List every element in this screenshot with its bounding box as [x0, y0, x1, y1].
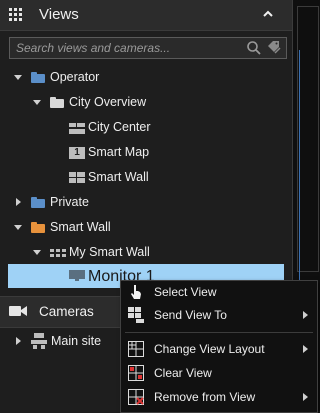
tree-label: City Overview	[69, 95, 147, 109]
menu-label: Select View	[154, 285, 217, 299]
chevron-up-icon[interactable]	[263, 9, 273, 19]
tree-label: Smart Map	[88, 145, 150, 159]
send-view-icon	[128, 307, 144, 323]
expand-arrow-icon[interactable]	[14, 225, 22, 230]
menu-item-send-view-to[interactable]: Send View To	[121, 304, 317, 326]
submenu-arrow-icon	[303, 393, 308, 401]
smart-wall-icon	[50, 249, 66, 260]
grid-icon	[9, 8, 23, 22]
menu-item-select-view[interactable]: Select View	[121, 281, 317, 303]
expand-arrow-icon[interactable]	[33, 250, 41, 255]
tree-item-smart-wall-group[interactable]: Smart Wall	[0, 216, 292, 240]
tree-label: City Center	[88, 120, 151, 134]
menu-item-change-view-layout[interactable]: Change View Layout	[121, 338, 317, 360]
expand-arrow-icon[interactable]	[33, 100, 41, 105]
tree-label: Main site	[51, 334, 102, 348]
menu-separator	[125, 332, 313, 333]
search-box[interactable]: Search views and cameras...	[9, 37, 287, 59]
expand-arrow-icon[interactable]	[14, 75, 22, 80]
hand-pointer-icon	[131, 285, 141, 299]
tree-label: Private	[50, 195, 89, 209]
menu-label: Change View Layout	[154, 342, 265, 356]
collapse-arrow-icon[interactable]	[16, 337, 21, 345]
layout-grid-icon	[128, 341, 144, 357]
submenu-arrow-icon	[303, 311, 308, 319]
clear-view-icon	[128, 365, 144, 381]
context-menu: Select View Send View To Change View Lay…	[120, 280, 318, 413]
collapse-arrow-icon[interactable]	[16, 198, 21, 206]
server-site-icon	[31, 333, 47, 349]
tree-item-smart-map[interactable]: 1 Smart Map	[0, 141, 292, 165]
tree-item-city-overview[interactable]: City Overview	[0, 91, 292, 115]
cameras-title: Cameras	[39, 304, 94, 319]
folder-icon	[31, 197, 45, 208]
folder-icon	[50, 97, 64, 108]
camera-icon	[9, 306, 27, 316]
tree-label: My Smart Wall	[69, 245, 150, 259]
tree-item-city-center[interactable]: City Center	[0, 116, 292, 140]
menu-item-clear-view[interactable]: Clear View	[121, 362, 317, 384]
remove-from-view-icon	[128, 389, 144, 405]
views-title: Views	[39, 6, 79, 23]
tree-label: Operator	[50, 70, 100, 84]
menu-label: Send View To	[154, 308, 227, 322]
search-icon[interactable]	[246, 40, 262, 56]
menu-label: Clear View	[154, 366, 212, 380]
tag-icon[interactable]	[266, 40, 282, 56]
search-input[interactable]: Search views and cameras...	[16, 41, 170, 55]
tree-item-my-smart-wall[interactable]: My Smart Wall	[0, 241, 292, 265]
tree-item-operator[interactable]: Operator	[0, 66, 292, 90]
menu-item-remove-from-view[interactable]: Remove from View	[121, 386, 317, 408]
monitor-icon	[69, 270, 85, 281]
view-layout-icon	[69, 123, 85, 134]
folder-icon	[31, 72, 45, 83]
view-layout-icon	[69, 172, 85, 183]
submenu-arrow-icon	[303, 345, 308, 353]
tree-label: Smart Wall	[50, 220, 111, 234]
tree-item-smart-wall-view[interactable]: Smart Wall	[0, 166, 292, 190]
tree-item-private[interactable]: Private	[0, 191, 292, 215]
views-header[interactable]: Views	[0, 0, 292, 31]
single-view-icon: 1	[69, 147, 85, 159]
tree-label: Smart Wall	[88, 170, 149, 184]
menu-label: Remove from View	[154, 390, 256, 404]
view-frame	[297, 6, 319, 272]
view-accent-line	[299, 50, 300, 280]
folder-icon	[31, 222, 45, 233]
